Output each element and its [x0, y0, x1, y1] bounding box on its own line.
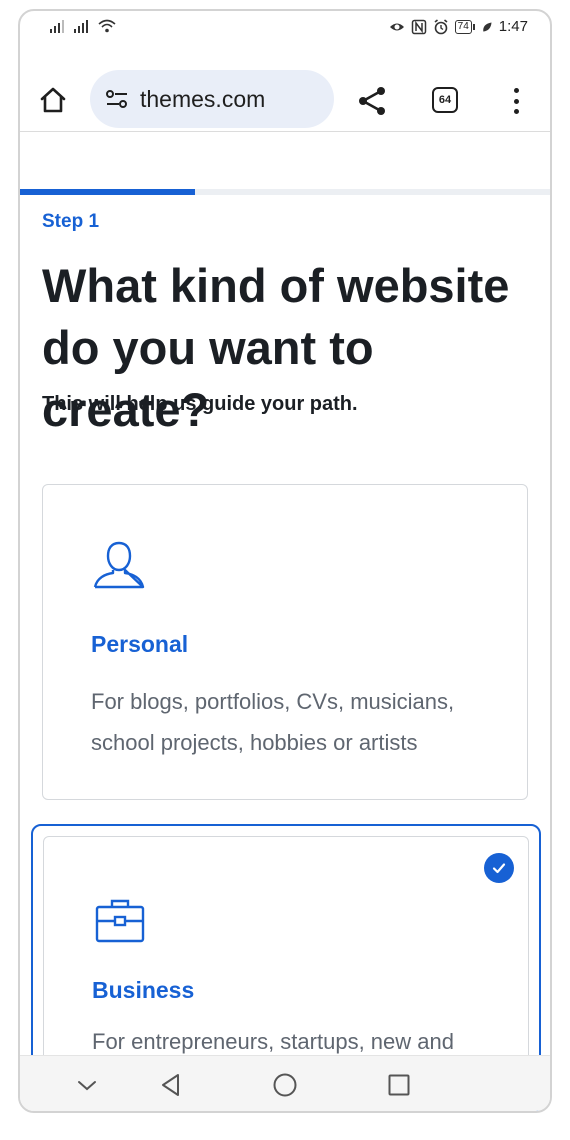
system-nav-bar — [20, 1055, 550, 1111]
alarm-icon — [434, 18, 448, 34]
battery-icon: 74 — [454, 19, 475, 34]
url-text[interactable]: themes.com — [140, 86, 265, 113]
status-left — [50, 19, 116, 33]
back-icon[interactable] — [156, 1070, 186, 1100]
home-icon[interactable] — [38, 85, 68, 115]
address-bar[interactable]: themes.com — [90, 70, 334, 128]
phone-frame: 74 1:47 themes.com 64 Step 1 What kind o… — [18, 9, 552, 1113]
signal-icon — [50, 19, 64, 33]
option-title: Personal — [91, 631, 189, 657]
status-time: 1:47 — [498, 18, 528, 35]
leaf-icon — [482, 22, 492, 31]
recents-icon[interactable] — [384, 1070, 414, 1100]
status-bar: 74 1:47 — [20, 11, 550, 45]
hide-keyboard-icon[interactable] — [72, 1070, 102, 1100]
person-icon — [93, 541, 145, 589]
share-icon[interactable] — [356, 85, 388, 117]
page-subtitle: This will help us guide your path. — [42, 393, 358, 415]
tab-count: 64 — [438, 94, 452, 106]
tabs-icon[interactable]: 64 — [432, 87, 458, 113]
battery-level: 74 — [454, 19, 472, 34]
step-progress-bar — [20, 189, 550, 195]
home-circle-icon[interactable] — [270, 1070, 300, 1100]
wifi-icon — [98, 19, 116, 33]
status-right: 74 1:47 — [389, 18, 528, 35]
more-vert-icon[interactable] — [504, 85, 528, 117]
option-card-personal[interactable]: Personal For blogs, portfolios, CVs, mus… — [42, 484, 528, 800]
selected-check-icon — [484, 853, 514, 883]
browser-toolbar: themes.com 64 — [20, 45, 550, 133]
option-description: For blogs, portfolios, CVs, musicians, s… — [91, 689, 455, 755]
signal-icon — [74, 19, 88, 33]
step-label: Step 1 — [42, 211, 100, 232]
site-settings-icon[interactable] — [104, 86, 130, 112]
briefcase-icon — [95, 899, 145, 943]
step-progress-fill — [20, 189, 195, 195]
eye-icon — [389, 23, 404, 30]
option-title: Business — [92, 977, 195, 1003]
nfc-icon — [411, 19, 426, 34]
toolbar-divider — [20, 131, 550, 132]
